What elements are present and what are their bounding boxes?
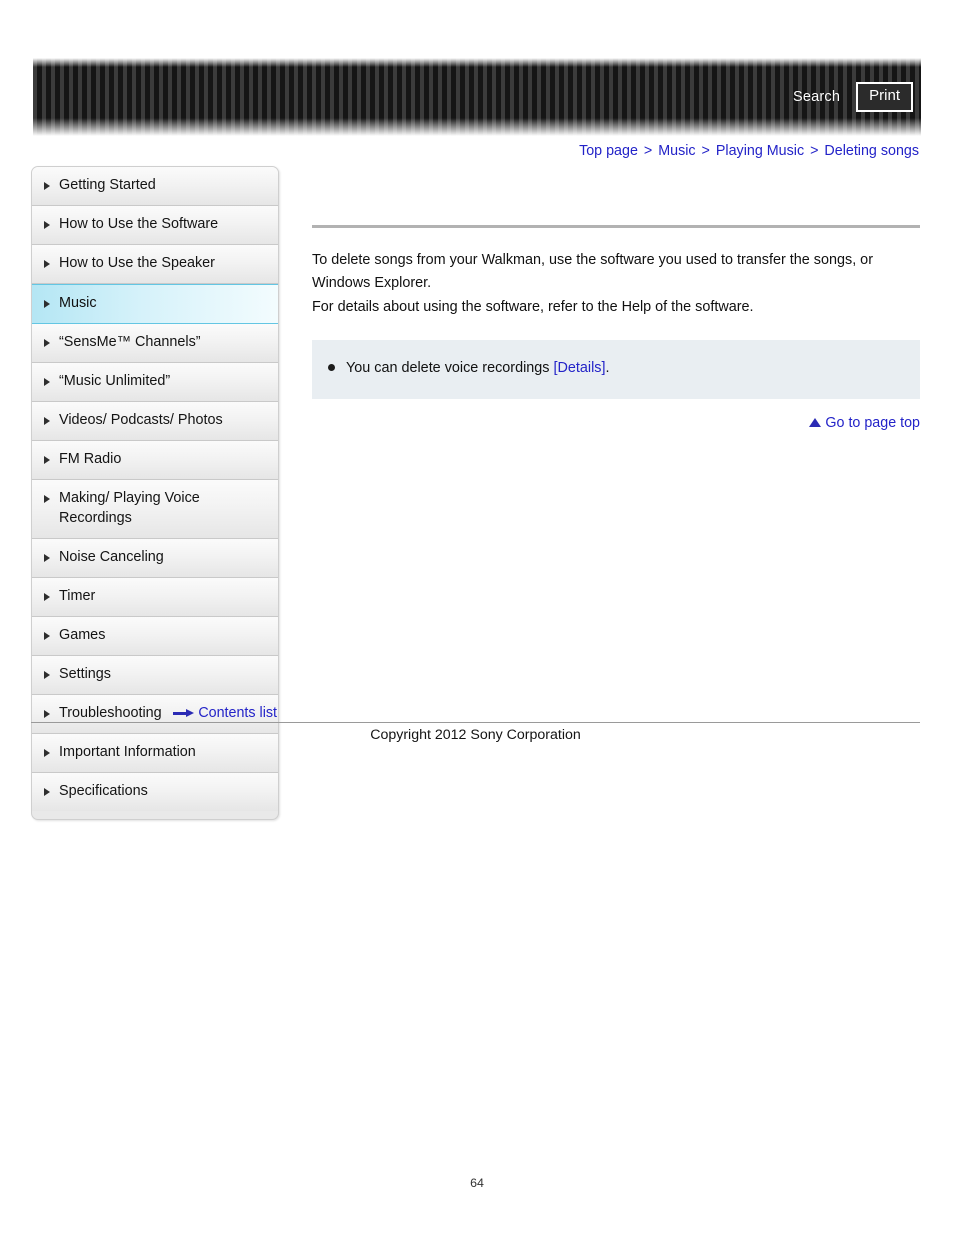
breadcrumb-separator: >: [810, 143, 819, 159]
sidebar-item-timer[interactable]: Timer: [32, 577, 278, 617]
sidebar-item-label: Important Information: [59, 743, 196, 760]
sidebar-item-settings[interactable]: Settings: [32, 655, 278, 695]
sidebar-item-making-playing-voice-recordings[interactable]: Making/ Playing Voice Recordings: [32, 480, 278, 539]
sidebar-item-games[interactable]: Games: [32, 616, 278, 656]
contents-list-row: Contents list: [31, 705, 277, 721]
sidebar-item-getting-started[interactable]: Getting Started: [32, 167, 278, 206]
sidebar-item-label: FM Radio: [59, 451, 122, 467]
page-top-row: Go to page top: [312, 415, 920, 431]
breadcrumb-item-music[interactable]: Music: [658, 143, 695, 159]
sidebar-item-label: Timer: [59, 587, 96, 604]
sidebar-item-label: How to Use the Software: [59, 216, 219, 232]
sidebar-item-label: Specifications: [59, 782, 148, 799]
chevron-right-icon: [44, 378, 50, 386]
note-text: You can delete voice recordings [Details…: [346, 358, 609, 380]
chevron-right-icon: [44, 339, 50, 347]
note-text-before: You can delete voice recordings: [346, 359, 554, 376]
paragraph-1: To delete songs from your Walkman, use t…: [312, 252, 873, 292]
chevron-right-icon: [44, 592, 50, 601]
site-header-banner: Search Print: [33, 58, 921, 136]
chevron-right-icon: [44, 748, 50, 757]
sidebar-item-label: Videos/ Podcasts/ Photos: [59, 412, 223, 428]
sidebar-item-how-to-use-the-software[interactable]: How to Use the Software: [32, 206, 278, 245]
footer-divider: [31, 722, 920, 723]
sidebar-item-label: Music: [59, 295, 97, 311]
sidebar-item-noise-canceling[interactable]: Noise Canceling: [32, 538, 278, 578]
chevron-right-icon: [44, 221, 50, 229]
breadcrumb-item-deleting-songs[interactable]: Deleting songs: [824, 143, 919, 159]
chevron-right-icon: [44, 260, 50, 268]
note-box: You can delete voice recordings [Details…: [312, 339, 920, 399]
sidebar-item-label: “SensMe™ Channels”: [59, 334, 201, 350]
copyright-text: Copyright 2012 Sony Corporation: [370, 727, 581, 743]
chevron-right-icon: [44, 417, 50, 425]
body-text-block: To delete songs from your Walkman, use t…: [312, 249, 920, 319]
sidebar-item-videos-podcasts-photos[interactable]: Videos/ Podcasts/ Photos: [32, 402, 278, 441]
header-stripe-pattern: [33, 58, 921, 136]
contents-list-link[interactable]: Contents list: [173, 705, 277, 721]
note-text-after: .: [605, 359, 610, 376]
details-link[interactable]: [Details]: [553, 360, 605, 376]
sidebar-item-label: Settings: [59, 665, 111, 682]
sidebar-item-label: Getting Started: [59, 177, 156, 193]
go-to-page-top-link[interactable]: Go to page top: [809, 415, 920, 431]
paragraph-2: For details about using the software, re…: [312, 298, 754, 315]
chevron-right-icon: [44, 182, 50, 190]
sidebar-item-specifications[interactable]: Specifications: [32, 772, 278, 811]
chevron-right-icon: [44, 495, 50, 503]
sidebar-item-label: How to Use the Speaker: [59, 255, 215, 271]
sidebar-item-music[interactable]: Music: [32, 284, 278, 324]
chevron-right-icon: [44, 456, 50, 464]
triangle-up-icon: [809, 417, 822, 427]
note-list-item: You can delete voice recordings [Details…: [328, 358, 904, 380]
sidebar-item-sensme-channels[interactable]: “SensMe™ Channels”: [32, 324, 278, 363]
content-top-divider: [312, 225, 920, 228]
sidebar-item-label: “Music Unlimited”: [59, 373, 171, 389]
chevron-right-icon: [44, 553, 50, 562]
sidebar-item-label: Making/ Playing Voice Recordings: [59, 490, 200, 527]
breadcrumb-separator: >: [643, 143, 653, 159]
header-controls: Search Print: [793, 58, 913, 136]
sidebar-item-label: Games: [59, 626, 106, 643]
sidebar-item-music-unlimited[interactable]: “Music Unlimited”: [32, 363, 278, 402]
chevron-right-icon: [44, 670, 50, 679]
contents-list-label: Contents list: [198, 705, 277, 721]
breadcrumb: Top page > Music > Playing Music > Delet…: [579, 143, 919, 159]
chevron-right-icon: [44, 300, 50, 308]
sidebar-item-label: Noise Canceling: [59, 548, 164, 565]
breadcrumb-item-top-page[interactable]: Top page: [579, 143, 638, 159]
sidebar-item-fm-radio[interactable]: FM Radio: [32, 441, 278, 480]
main-content: To delete songs from your Walkman, use t…: [312, 166, 920, 431]
page-number: 64: [470, 1176, 484, 1190]
breadcrumb-item-playing-music[interactable]: Playing Music: [716, 143, 804, 159]
bullet-icon: [328, 363, 335, 371]
chevron-right-icon: [44, 631, 50, 640]
chevron-right-icon: [44, 787, 50, 796]
arrow-right-icon: [173, 709, 195, 718]
print-button[interactable]: Print: [856, 82, 913, 112]
sidebar-item-how-to-use-the-speaker[interactable]: How to Use the Speaker: [32, 245, 278, 284]
go-to-page-top-label: Go to page top: [825, 414, 920, 431]
breadcrumb-separator: >: [701, 143, 710, 159]
search-link[interactable]: Search: [793, 89, 840, 105]
